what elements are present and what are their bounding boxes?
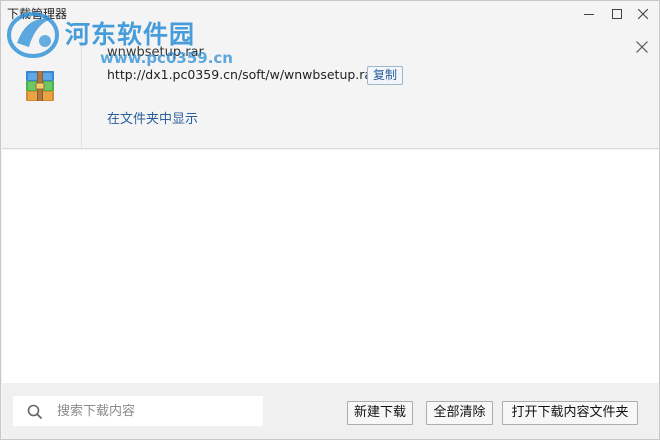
winrar-archive-icon bbox=[24, 71, 58, 105]
minimize-icon bbox=[584, 14, 594, 15]
clear-all-button[interactable]: 全部清除 bbox=[426, 401, 493, 425]
bottom-toolbar: 新建下载 全部清除 打开下载内容文件夹 bbox=[2, 383, 659, 439]
copy-url-button[interactable]: 复制 bbox=[367, 66, 404, 85]
show-in-folder-link[interactable]: 在文件夹中显示 bbox=[107, 112, 198, 128]
window-close-button[interactable] bbox=[629, 1, 657, 27]
title-bar: 下载管理器 bbox=[1, 1, 659, 27]
close-icon bbox=[636, 41, 648, 53]
minimize-button[interactable] bbox=[575, 1, 603, 27]
download-list-area bbox=[2, 150, 659, 383]
search-icon bbox=[27, 404, 43, 424]
maximize-icon bbox=[612, 9, 622, 19]
maximize-button[interactable] bbox=[603, 1, 631, 27]
search-box bbox=[13, 396, 263, 426]
download-manager-window: 下载管理器 wnwbsetup.rar http://dx1.pc0359.cn… bbox=[0, 0, 660, 440]
search-input[interactable] bbox=[57, 396, 257, 426]
close-icon bbox=[638, 9, 648, 19]
file-url: http://dx1.pc0359.cn/soft/w/wnwbsetup.ra… bbox=[107, 67, 378, 82]
file-name: wnwbsetup.rar bbox=[107, 45, 204, 60]
open-download-folder-button[interactable]: 打开下载内容文件夹 bbox=[502, 401, 638, 425]
new-download-button[interactable]: 新建下载 bbox=[347, 401, 413, 425]
remove-item-button[interactable] bbox=[632, 37, 652, 57]
file-icon-column bbox=[2, 27, 82, 148]
download-item: wnwbsetup.rar http://dx1.pc0359.cn/soft/… bbox=[2, 27, 659, 149]
window-title: 下载管理器 bbox=[7, 7, 68, 21]
